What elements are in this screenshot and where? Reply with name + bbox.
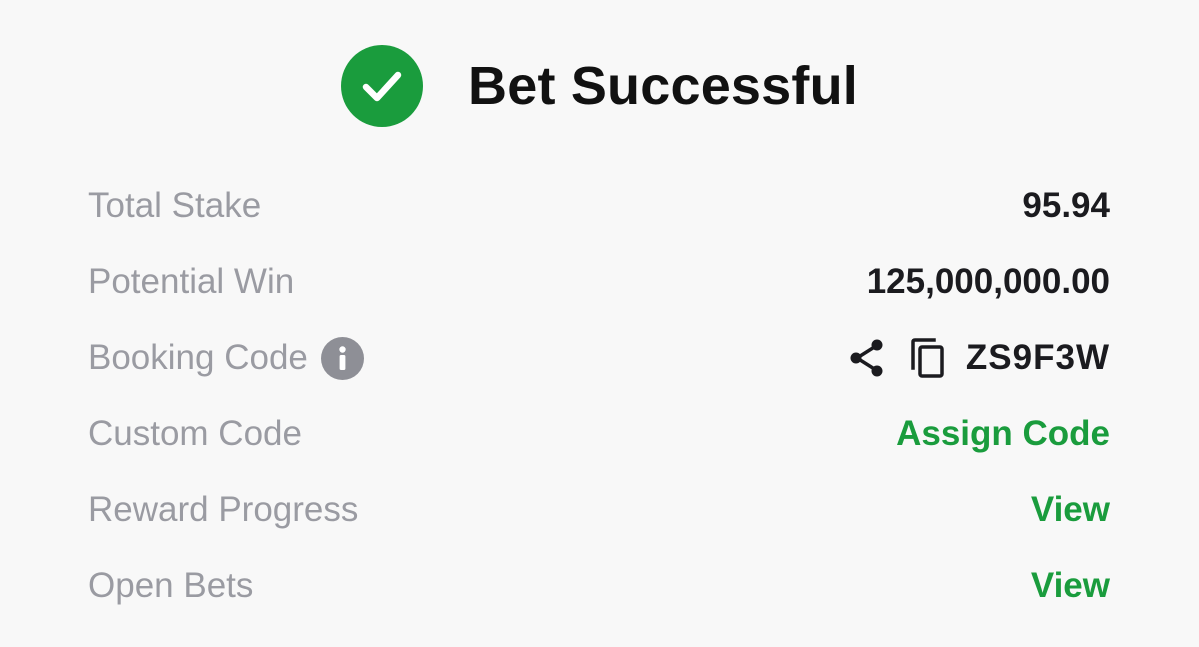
assign-code-link[interactable]: Assign Code xyxy=(896,414,1110,454)
open-bets-view-link[interactable]: View xyxy=(1031,566,1110,606)
reward-progress-view-link[interactable]: View xyxy=(1031,490,1110,530)
bet-details: Total Stake 95.94 Potential Win 125,000,… xyxy=(88,168,1110,624)
potential-win-row: Potential Win 125,000,000.00 xyxy=(88,244,1110,320)
check-circle-icon xyxy=(341,45,424,127)
success-header: Bet Successful xyxy=(0,45,1199,127)
custom-code-row: Custom Code Assign Code xyxy=(88,396,1110,472)
booking-code-label: Booking Code xyxy=(88,338,308,377)
open-bets-label: Open Bets xyxy=(88,566,254,605)
copy-icon[interactable] xyxy=(908,337,946,379)
booking-code-value: ZS9F3W xyxy=(965,338,1110,377)
page-title: Bet Successful xyxy=(468,56,858,116)
total-stake-row: Total Stake 95.94 xyxy=(88,168,1110,244)
custom-code-label: Custom Code xyxy=(88,414,302,453)
total-stake-label: Total Stake xyxy=(88,186,262,225)
info-icon[interactable] xyxy=(320,336,364,380)
potential-win-label: Potential Win xyxy=(88,262,295,301)
reward-progress-row: Reward Progress View xyxy=(88,472,1110,548)
potential-win-value: 125,000,000.00 xyxy=(866,262,1110,301)
total-stake-value: 95.94 xyxy=(1022,186,1110,225)
open-bets-row: Open Bets View xyxy=(88,548,1110,624)
share-icon[interactable] xyxy=(848,338,886,378)
booking-code-row: Booking Code ZS9F3W xyxy=(88,320,1110,396)
booking-code-label-group: Booking Code xyxy=(88,336,364,380)
booking-code-value-group: ZS9F3W xyxy=(848,337,1110,379)
reward-progress-label: Reward Progress xyxy=(88,490,359,529)
